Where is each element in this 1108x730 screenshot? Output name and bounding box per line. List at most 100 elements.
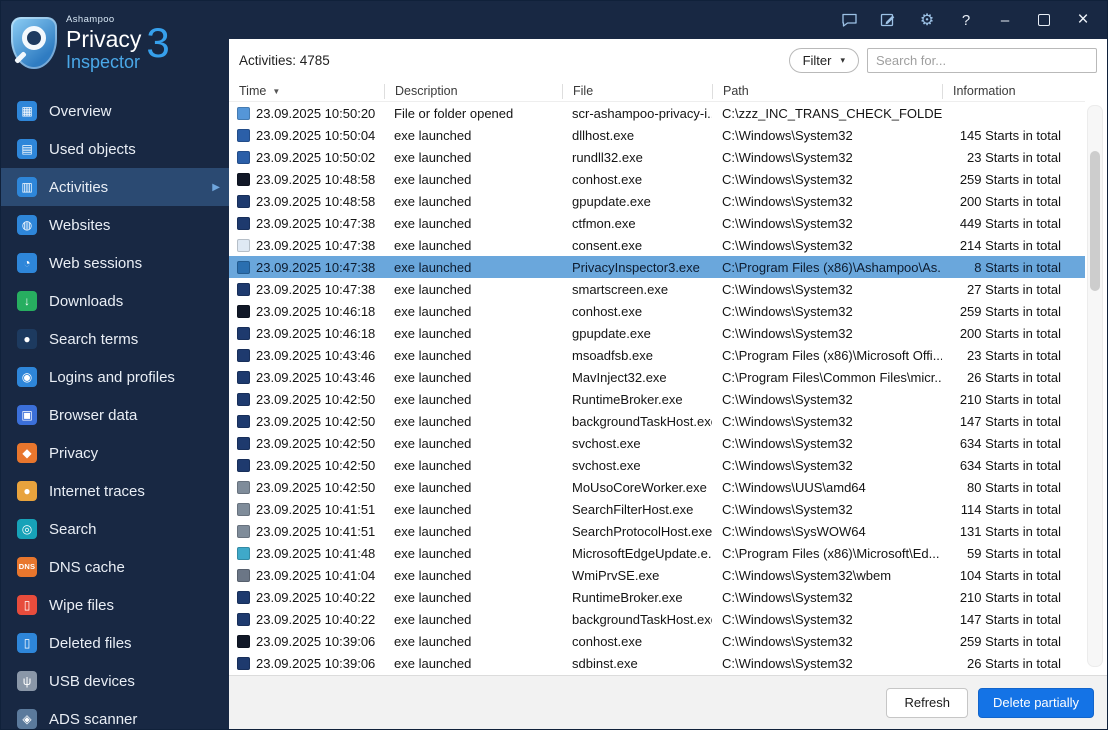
table-row[interactable]: 23.09.2025 10:46:18 exe launched gpupdat… [229,322,1085,344]
cell-path: C:\Program Files\Common Files\micr... [722,369,942,385]
column-header-path[interactable]: Path [712,83,942,99]
table-row[interactable]: 23.09.2025 10:42:50 exe launched MoUsoCo… [229,476,1085,498]
sidebar-item-used-objects[interactable]: ▤ Used objects ▶ [1,130,229,168]
cell-file: svchost.exe [572,457,641,473]
sidebar-item-downloads[interactable]: ↓ Downloads ▶ [1,282,229,320]
cell-path: C:\Windows\System32 [722,127,853,143]
shield-magnifier-logo-icon [11,17,57,69]
table-row[interactable]: 23.09.2025 10:50:04 exe launched dllhost… [229,124,1085,146]
table-row[interactable]: 23.09.2025 10:41:48 exe launched Microso… [229,542,1085,564]
table-row[interactable]: 23.09.2025 10:41:51 exe launched SearchF… [229,498,1085,520]
settings-gear-icon[interactable]: ⚙ [915,8,939,32]
table-row[interactable]: 23.09.2025 10:39:06 exe launched sdbinst… [229,652,1085,674]
table-row[interactable]: 23.09.2025 10:41:04 exe launched WmiPrvS… [229,564,1085,586]
table-row[interactable]: 23.09.2025 10:40:22 exe launched backgro… [229,608,1085,630]
table-row[interactable]: 23.09.2025 10:48:58 exe launched gpupdat… [229,190,1085,212]
cell-file: smartscreen.exe [572,281,669,297]
table-row[interactable]: 23.09.2025 10:40:22 exe launched Runtime… [229,586,1085,608]
sidebar-item-ads-scanner[interactable]: ◈ ADS scanner ▶ [1,700,229,729]
cell-time: 23.09.2025 10:42:50 [256,413,376,429]
sidebar-item-icon: ◉ [17,367,37,387]
sidebar-item-label: Deleted files [49,634,132,652]
sidebar-item-label: Internet traces [49,482,145,500]
cell-time: 23.09.2025 10:42:50 [256,391,376,407]
table-row[interactable]: 23.09.2025 10:50:20 File or folder opene… [229,102,1085,124]
cell-description: exe launched [394,347,472,363]
cell-description: exe launched [394,545,472,561]
column-header-time[interactable]: Time ▼ [229,84,384,99]
table-row[interactable]: 23.09.2025 10:39:06 exe launched conhost… [229,630,1085,652]
table-row[interactable]: 23.09.2025 10:47:38 exe launched smartsc… [229,278,1085,300]
cell-time: 23.09.2025 10:47:38 [256,237,376,253]
sidebar-item-websites[interactable]: ◍ Websites ▶ [1,206,229,244]
column-header-file[interactable]: File [562,83,712,99]
vertical-scrollbar[interactable] [1087,105,1103,667]
scrollbar-thumb[interactable] [1090,150,1100,291]
cell-information: 200 Starts in total [959,193,1061,209]
file-type-icon [237,590,250,604]
maximize-icon[interactable] [1032,8,1056,32]
sidebar-item-usb-devices[interactable]: ψ USB devices ▶ [1,662,229,700]
sidebar-item-dns-cache[interactable]: DNS DNS cache ▶ [1,548,229,586]
cell-description: exe launched [394,193,472,209]
close-icon[interactable]: × [1071,8,1095,32]
cell-description: exe launched [394,655,472,671]
search-input[interactable] [867,47,1097,73]
filter-dropdown-button[interactable]: Filter ▾ [788,47,859,73]
cell-path: C:\Windows\SysWOW64 [722,523,866,539]
sidebar-item-icon: ◍ [17,215,37,235]
sidebar-item-overview[interactable]: ▦ Overview ▶ [1,92,229,130]
sidebar-item-activities[interactable]: ▥ Activities ▶ [1,168,229,206]
sidebar-item-browser-data[interactable]: ▣ Browser data ▶ [1,396,229,434]
cell-path: C:\Windows\System32 [722,171,853,187]
column-header-information[interactable]: Information [942,83,1085,99]
cell-description: exe launched [394,435,472,451]
table-row[interactable]: 23.09.2025 10:50:02 exe launched rundll3… [229,146,1085,168]
table-row[interactable]: 23.09.2025 10:41:51 exe launched SearchP… [229,520,1085,542]
sidebar-item-web-sessions[interactable]: ◔ Web sessions ▶ [1,244,229,282]
cell-file: MoUsoCoreWorker.exe [572,479,707,495]
delete-partially-button[interactable]: Delete partially [978,687,1094,718]
cell-file: sdbinst.exe [572,655,638,671]
table-row[interactable]: 23.09.2025 10:47:38 exe launched Privacy… [229,256,1085,278]
sidebar-item-wipe-files[interactable]: ▯ Wipe files ▶ [1,586,229,624]
sidebar-item-label: Web sessions [49,254,143,272]
table-row[interactable]: 23.09.2025 10:42:50 exe launched backgro… [229,410,1085,432]
column-header-description[interactable]: Description [384,83,562,99]
action-bar: Refresh Delete partially [229,675,1107,729]
sidebar-item-icon: ▣ [17,405,37,425]
table-row[interactable]: 23.09.2025 10:48:58 exe launched conhost… [229,168,1085,190]
table-row[interactable]: 23.09.2025 10:47:38 exe launched consent… [229,234,1085,256]
cell-time: 23.09.2025 10:47:38 [256,281,376,297]
table-row[interactable]: 23.09.2025 10:43:46 exe launched MavInje… [229,366,1085,388]
sidebar-item-search[interactable]: ◎ Search ▶ [1,510,229,548]
cell-path: C:\Windows\System32 [722,237,853,253]
cell-description: exe launched [394,369,472,385]
cell-path: C:\Windows\System32 [722,589,853,605]
table-row[interactable]: 23.09.2025 10:43:46 exe launched msoadfs… [229,344,1085,366]
table-row[interactable]: 23.09.2025 10:47:38 exe launched ctfmon.… [229,212,1085,234]
notes-edit-icon[interactable] [876,8,900,32]
refresh-button[interactable]: Refresh [886,687,968,718]
cell-path: C:\Windows\System32 [722,435,853,451]
sidebar-item-icon: ↓ [17,291,37,311]
help-icon[interactable]: ? [954,8,978,32]
cell-information: 214 Starts in total [959,237,1061,253]
cell-time: 23.09.2025 10:42:50 [256,457,376,473]
sidebar-item-deleted-files[interactable]: ▯ Deleted files ▶ [1,624,229,662]
sidebar-item-search-terms[interactable]: ● Search terms ▶ [1,320,229,358]
table-row[interactable]: 23.09.2025 10:42:50 exe launched svchost… [229,454,1085,476]
feedback-chat-icon[interactable] [837,8,861,32]
table-row[interactable]: 23.09.2025 10:42:50 exe launched Runtime… [229,388,1085,410]
cell-information: 131 Starts in total [959,523,1061,539]
table-row[interactable]: 23.09.2025 10:46:18 exe launched conhost… [229,300,1085,322]
sidebar-item-label: Search terms [49,330,139,348]
sidebar-item-privacy[interactable]: ◆ Privacy ▶ [1,434,229,472]
activities-count-label: Activities: 4785 [239,52,330,68]
cell-information: 80 Starts in total [967,479,1061,495]
cell-information: 210 Starts in total [959,391,1061,407]
sidebar-item-internet-traces[interactable]: ● Internet traces ▶ [1,472,229,510]
table-row[interactable]: 23.09.2025 10:42:50 exe launched svchost… [229,432,1085,454]
sidebar-item-logins-and-profiles[interactable]: ◉ Logins and profiles ▶ [1,358,229,396]
minimize-icon[interactable]: – [993,8,1017,32]
